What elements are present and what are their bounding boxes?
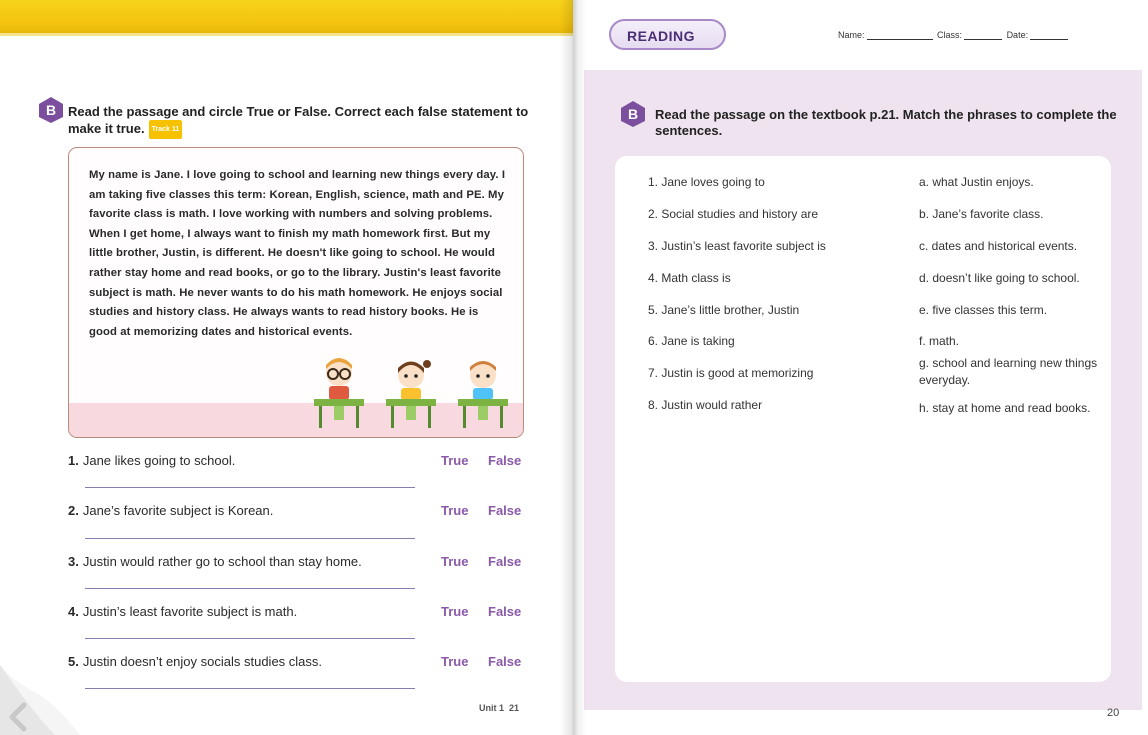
question-3: 3. Justin would rather go to school than …: [68, 554, 362, 569]
exercise-instructions: Read the passage on the textbook p.21. M…: [655, 107, 1117, 138]
right-phrase-e[interactable]: e. five classes this term.: [919, 302, 1047, 319]
hexagon-icon: B: [39, 97, 63, 123]
class-field[interactable]: [964, 39, 1003, 40]
q3-answer-line[interactable]: [85, 588, 415, 589]
instructions-text: Read the passage and circle True or Fals…: [68, 104, 529, 136]
left-phrase-4[interactable]: 4. Math class is: [648, 270, 731, 287]
left-phrase-8[interactable]: 8. Justin would rather: [648, 397, 762, 414]
class-label: Class:: [937, 30, 963, 40]
students-illustration: [314, 358, 508, 428]
right-phrase-d[interactable]: d. doesn’t like going to school.: [919, 270, 1080, 287]
header-band: [0, 0, 573, 36]
question-5: 5. Justin doesn’t enjoy socials studies c…: [68, 654, 323, 669]
q5-false-option[interactable]: False: [488, 654, 521, 669]
right-phrase-g[interactable]: g. school and learning new things everyd…: [919, 355, 1103, 389]
passage-text: My name is Jane. I love going to school …: [89, 169, 506, 338]
q5-answer-line[interactable]: [85, 688, 415, 689]
q4-answer-line[interactable]: [85, 638, 415, 639]
left-page: B Read the passage and circle True or Fa…: [0, 0, 573, 735]
section-b-badge: B: [619, 100, 647, 128]
name-field[interactable]: [866, 39, 933, 40]
track-badge[interactable]: Track 11: [148, 120, 183, 140]
right-phrase-f[interactable]: f. math.: [919, 333, 959, 350]
right-page: READING Name: Class: Date: B Read the pa…: [573, 0, 1148, 735]
page-number: 20: [1107, 707, 1120, 719]
q1-false-option[interactable]: False: [488, 453, 521, 468]
q3-true-option[interactable]: True: [441, 554, 468, 569]
exercise-instructions: Read the passage and circle True or Fals…: [68, 103, 538, 140]
q3-false-option[interactable]: False: [488, 554, 521, 569]
badge-letter: B: [628, 106, 638, 122]
page-footer: Unit 1 21: [479, 703, 520, 713]
right-phrase-b[interactable]: b. Jane’s favorite class.: [919, 206, 1044, 223]
q2-true-option[interactable]: True: [441, 503, 468, 518]
right-phrase-c[interactable]: c. dates and historical events.: [919, 238, 1077, 255]
q5-true-option[interactable]: True: [441, 654, 468, 669]
question-4: 4. Justin’s least favorite subject is mat…: [68, 604, 298, 619]
right-phrase-a[interactable]: a. what Justin enjoys.: [919, 174, 1034, 191]
name-label: Name:: [838, 30, 865, 40]
date-label: Date:: [1006, 30, 1029, 40]
left-phrase-3[interactable]: 3. Justin’s least favorite subject is: [648, 238, 826, 255]
hexagon-icon: B: [621, 101, 645, 127]
page-curl-back-icon[interactable]: [0, 635, 80, 735]
q1-answer-line[interactable]: [85, 487, 415, 488]
question-1: 1. Jane likes going to school.: [68, 453, 236, 468]
question-2: 2. Jane’s favorite subject is Korean.: [68, 503, 274, 518]
student-info-fields: Name: Class: Date:: [838, 30, 1070, 40]
right-phrase-h[interactable]: h. stay at home and read books.: [919, 400, 1090, 417]
matching-card: 1. Jane loves going to 2. Social studies…: [615, 156, 1111, 682]
q2-answer-line[interactable]: [85, 538, 415, 539]
left-phrase-5[interactable]: 5. Jane’s little brother, Justin: [648, 302, 799, 319]
left-phrase-1[interactable]: 1. Jane loves going to: [648, 174, 765, 191]
reading-passage-box: My name is Jane. I love going to school …: [68, 147, 524, 438]
left-phrase-2[interactable]: 2. Social studies and history are: [648, 206, 818, 223]
date-field[interactable]: [1030, 39, 1069, 40]
q1-true-option[interactable]: True: [441, 453, 468, 468]
section-b-badge: B: [37, 96, 65, 124]
badge-letter: B: [46, 102, 56, 118]
left-phrase-6[interactable]: 6. Jane is taking: [648, 333, 735, 350]
q4-true-option[interactable]: True: [441, 604, 468, 619]
q2-false-option[interactable]: False: [488, 503, 521, 518]
q4-false-option[interactable]: False: [488, 604, 521, 619]
left-phrase-7[interactable]: 7. Justin is good at memorizing: [648, 365, 813, 382]
reading-section-label: READING: [609, 19, 726, 50]
